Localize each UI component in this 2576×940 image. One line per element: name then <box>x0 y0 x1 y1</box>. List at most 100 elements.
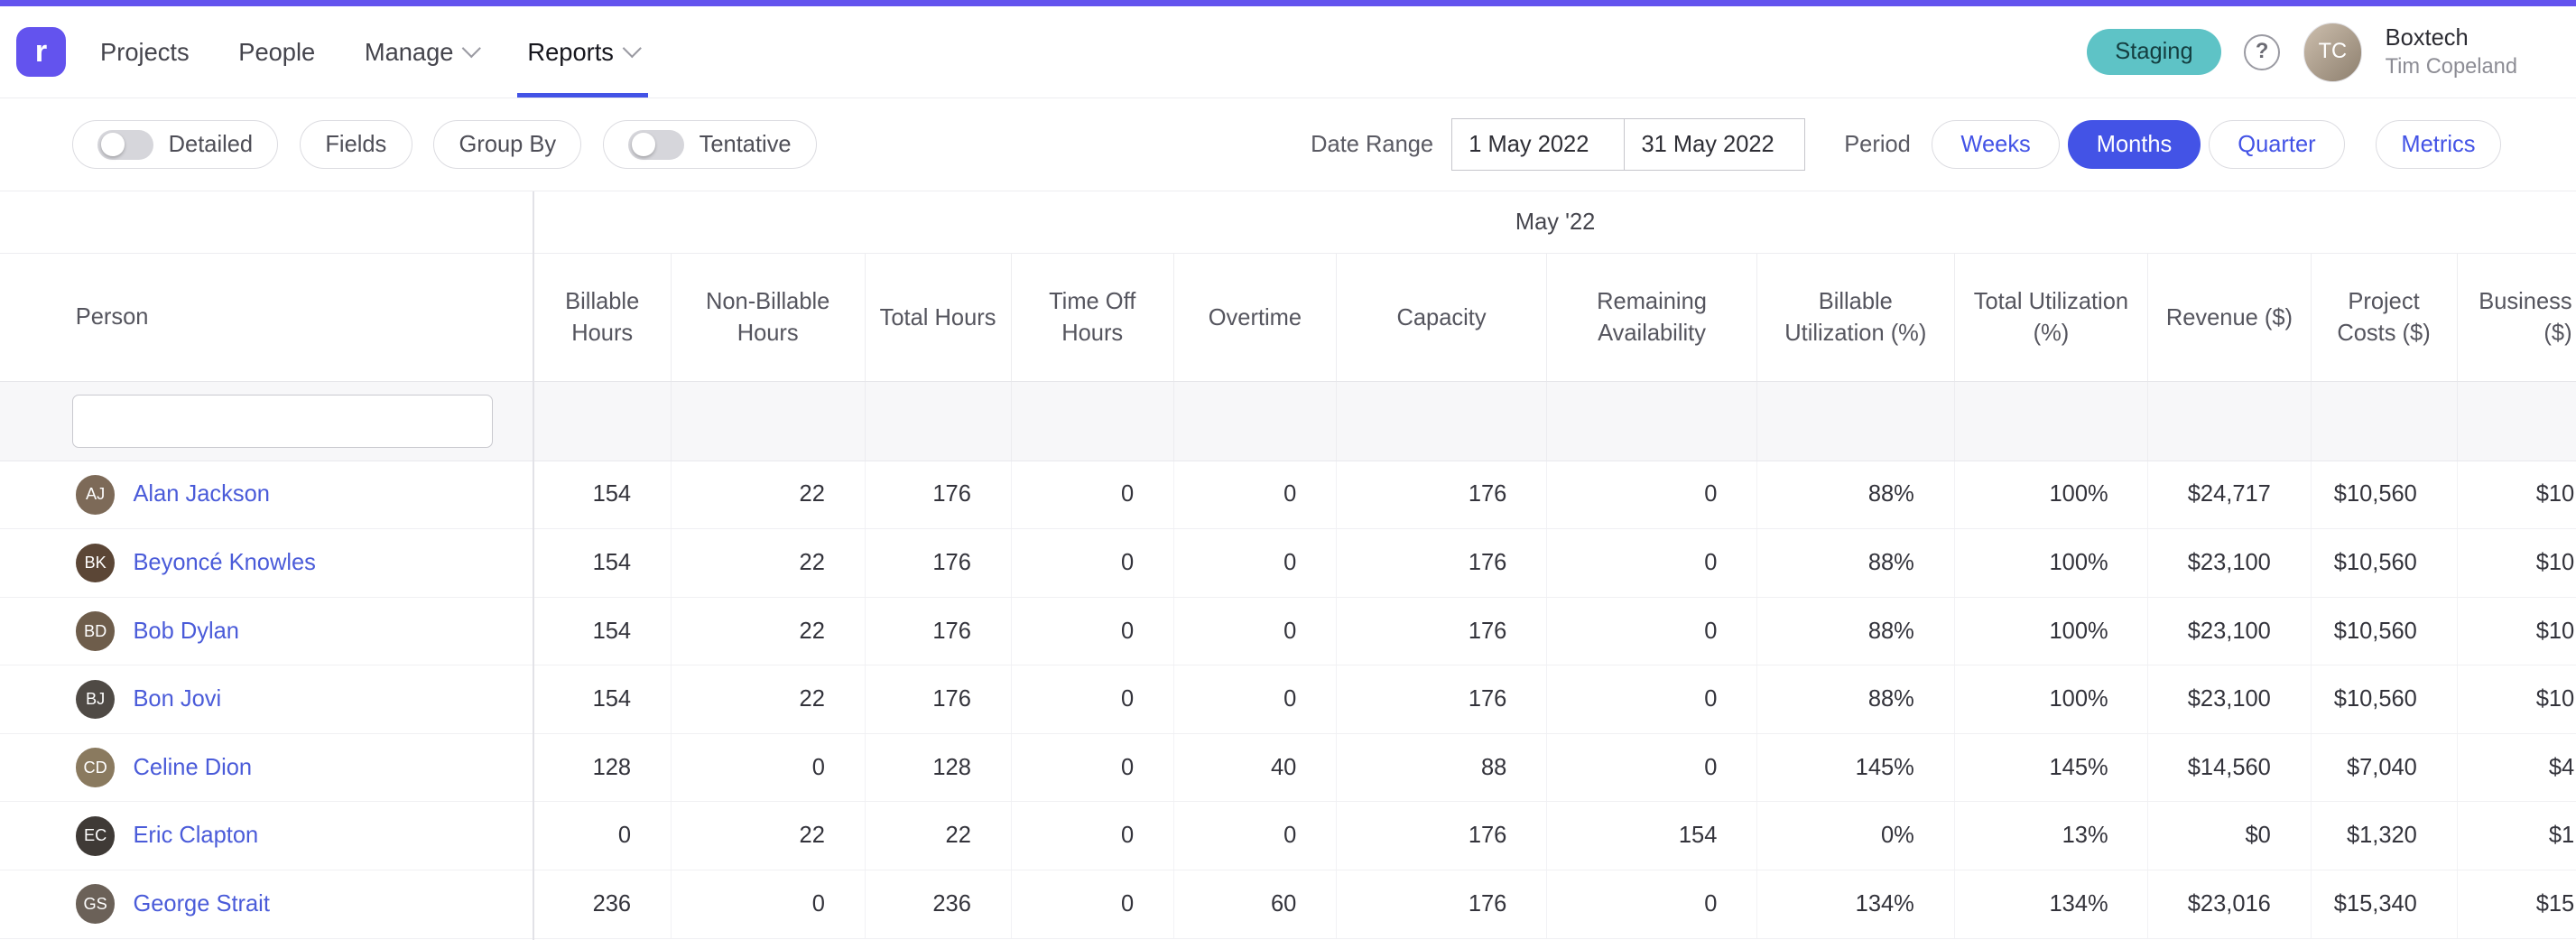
column-filter-cell <box>534 382 671 460</box>
group-by-button[interactable]: Group By <box>433 120 581 170</box>
help-icon[interactable]: ? <box>2244 34 2280 70</box>
person-name-link[interactable]: Beyoncé Knowles <box>133 550 315 576</box>
column-header-revenue[interactable]: Revenue ($) <box>2147 254 2310 381</box>
nav-item-label: Reports <box>527 38 614 67</box>
person-name-link[interactable]: Alan Jackson <box>133 481 269 507</box>
data-cell: 176 <box>865 529 1011 597</box>
column-filter-cell <box>1954 382 2148 460</box>
data-cell: $1,320 <box>2311 802 2457 870</box>
person-filter-input[interactable] <box>72 395 493 447</box>
person-header-label: Person <box>76 304 149 330</box>
column-header-non-billable-hours[interactable]: Non-Billable Hours <box>671 254 865 381</box>
metrics-button[interactable]: Metrics <box>2376 120 2501 170</box>
data-cell: 134% <box>1954 870 2148 938</box>
data-cell: 0 <box>1011 665 1173 733</box>
nav-item-label: Manage <box>365 38 454 67</box>
date-from-input[interactable]: 1 May 2022 <box>1451 118 1626 171</box>
app-root: r ProjectsPeopleManageReports Staging ? … <box>0 0 2576 940</box>
person-name-link[interactable]: Bon Jovi <box>133 686 221 712</box>
user-avatar[interactable]: TC <box>2303 23 2363 82</box>
column-header-label: Billable Utilization (%) <box>1767 286 1944 349</box>
data-cell: 0 <box>1546 461 1756 529</box>
column-header-total-hours[interactable]: Total Hours <box>865 254 1011 381</box>
data-row: 02222001761540%13%$0$1,320$1,540 <box>534 802 2576 870</box>
data-cell: 236 <box>865 870 1011 938</box>
data-cell: 0 <box>1011 598 1173 665</box>
column-header-business-costs[interactable]: Business Costs ($) <box>2457 254 2576 381</box>
column-filter-cell <box>2457 382 2576 460</box>
period-option-weeks[interactable]: Weeks <box>1932 120 2059 170</box>
chevron-down-icon <box>462 39 481 58</box>
data-cell: 100% <box>1954 598 2148 665</box>
person-row: AJAlan Jackson <box>0 461 533 530</box>
column-header-billable-utilization[interactable]: Billable Utilization (%) <box>1756 254 1953 381</box>
account-block[interactable]: Boxtech Tim Copeland <box>2386 23 2517 81</box>
nav-item-reports[interactable]: Reports <box>503 6 663 98</box>
period-option-months[interactable]: Months <box>2068 120 2201 170</box>
column-header-row: Billable HoursNon-Billable Hours Total Ho… <box>534 254 2576 382</box>
data-cell: 134% <box>1756 870 1953 938</box>
data-cell: 0 <box>1546 734 1756 802</box>
column-header-capacity[interactable]: Capacity <box>1336 254 1546 381</box>
person-column-header[interactable]: Person <box>0 254 533 382</box>
data-cell: $10,560 <box>2311 665 2457 733</box>
nav-item-projects[interactable]: Projects <box>76 6 214 98</box>
column-filter-cell <box>2311 382 2457 460</box>
column-header-label: Overtime <box>1209 302 1302 333</box>
data-cell: 0% <box>1756 802 1953 870</box>
data-cell: 13% <box>1954 802 2148 870</box>
data-cell: 0 <box>534 802 671 870</box>
data-cell: 0 <box>671 870 865 938</box>
data-cell: 88% <box>1756 665 1953 733</box>
data-cell: 0 <box>671 734 865 802</box>
avatar-initials: TC <box>2319 40 2348 64</box>
data-cell: 0 <box>1011 734 1173 802</box>
data-cell: $15,340 <box>2457 870 2576 938</box>
column-header-billable-hours[interactable]: Billable Hours <box>534 254 671 381</box>
data-cell: 22 <box>671 598 865 665</box>
data-row: 23602360601760134%134%$23,016$15,340$15,… <box>534 870 2576 939</box>
nav-item-people[interactable]: People <box>214 6 340 98</box>
data-row: 1280128040880145%145%$14,560$7,040$4,400 <box>534 734 2576 803</box>
data-cell: 176 <box>1336 802 1546 870</box>
data-cell: 154 <box>534 529 671 597</box>
person-name-link[interactable]: Bob Dylan <box>133 619 239 645</box>
column-header-remaining-availability[interactable]: Remaining Availability <box>1546 254 1756 381</box>
data-cell: 176 <box>1336 665 1546 733</box>
data-row: 1542217600176088%100%$24,717$10,560$10,5… <box>534 461 2576 530</box>
date-to-input[interactable]: 31 May 2022 <box>1624 118 1804 171</box>
column-filter-cell <box>1336 382 1546 460</box>
tentative-switch-icon[interactable] <box>628 130 684 160</box>
person-name-link[interactable]: Celine Dion <box>133 755 252 781</box>
period-option-quarter[interactable]: Quarter <box>2209 120 2344 170</box>
data-cell: 100% <box>1954 461 2148 529</box>
column-header-overtime[interactable]: Overtime <box>1173 254 1336 381</box>
nav-item-manage[interactable]: Manage <box>340 6 504 98</box>
person-name-link[interactable]: Eric Clapton <box>133 823 258 849</box>
data-cell: 145% <box>1954 734 2148 802</box>
data-cell: 128 <box>865 734 1011 802</box>
column-header-total-utilization[interactable]: Total Utilization (%) <box>1954 254 2148 381</box>
toolbar-right: Date Range 1 May 2022 31 May 2022 Period… <box>1311 118 2501 171</box>
data-cell: $10,560 <box>2457 665 2576 733</box>
data-cell: $10,560 <box>2311 598 2457 665</box>
data-cell: 22 <box>671 802 865 870</box>
column-filter-cell <box>865 382 1011 460</box>
column-header-time-off-hours[interactable]: Time Off Hours <box>1011 254 1173 381</box>
person-row: CDCeline Dion <box>0 734 533 803</box>
person-name-link[interactable]: George Strait <box>133 891 269 917</box>
data-cell: $10,560 <box>2457 529 2576 597</box>
fields-button[interactable]: Fields <box>300 120 412 170</box>
column-header-label: Time Off Hours <box>1022 286 1163 349</box>
detailed-toggle[interactable]: Detailed <box>72 120 278 170</box>
detailed-switch-icon[interactable] <box>97 130 153 160</box>
column-header-project-costs[interactable]: Project Costs ($) <box>2311 254 2457 381</box>
data-cell: 0 <box>1011 870 1173 938</box>
data-rows: 1542217600176088%100%$24,717$10,560$10,5… <box>534 461 2576 939</box>
tentative-toggle[interactable]: Tentative <box>603 120 817 170</box>
column-header-label: Total Hours <box>880 302 996 333</box>
tentative-toggle-label: Tentative <box>700 132 792 158</box>
column-header-label: Revenue ($) <box>2166 302 2293 333</box>
data-cell: 40 <box>1173 734 1336 802</box>
runn-logo[interactable]: r <box>16 27 66 77</box>
